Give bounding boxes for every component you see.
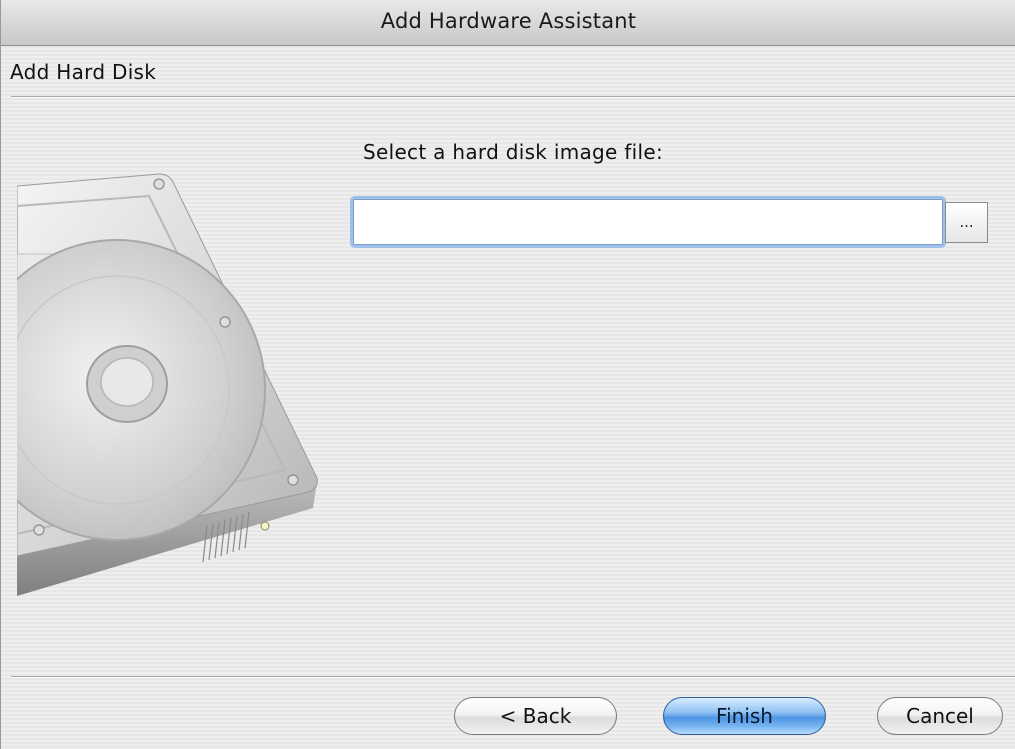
file-prompt-label: Select a hard disk image file:: [363, 140, 663, 164]
disk-image-path-input[interactable]: [353, 199, 943, 245]
back-button[interactable]: < Back: [454, 697, 617, 735]
assistant-window: Add Hardware Assistant Add Hard Disk Sel…: [0, 0, 1015, 749]
footer-divider: [11, 676, 1015, 678]
cancel-button[interactable]: Cancel: [877, 697, 1003, 735]
title-bar[interactable]: Add Hardware Assistant: [1, 0, 1015, 46]
finish-button[interactable]: Finish: [663, 697, 826, 735]
hard-disk-icon: [17, 173, 318, 596]
page-heading: Add Hard Disk: [10, 60, 157, 84]
header-divider: [11, 96, 1015, 98]
window-title: Add Hardware Assistant: [380, 9, 637, 33]
browse-button[interactable]: ...: [945, 202, 988, 243]
